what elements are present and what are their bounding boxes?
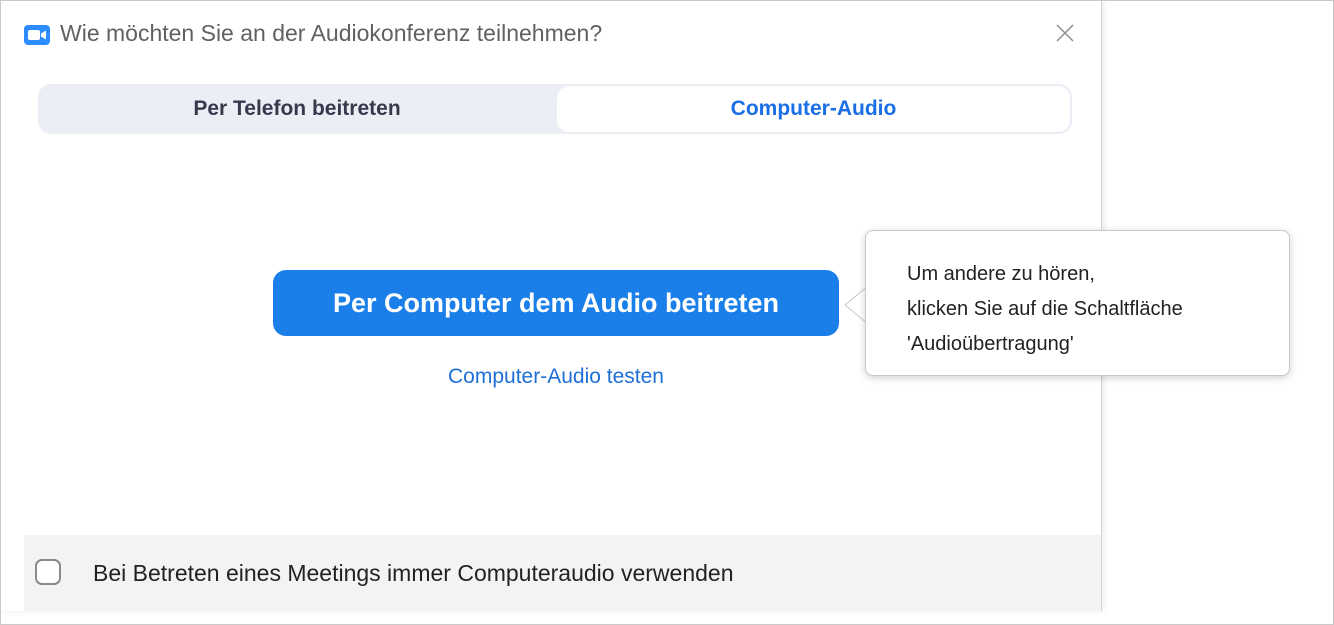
checkbox-label: Bei Betreten eines Meetings immer Comput…: [93, 560, 734, 586]
close-icon[interactable]: [1050, 18, 1080, 48]
test-computer-audio-link[interactable]: Computer-Audio testen: [380, 365, 732, 389]
always-use-computer-audio-checkbox[interactable]: [35, 559, 61, 585]
tooltip-text: Um andere zu hören, klicken Sie auf die …: [907, 257, 1183, 362]
screenshot: Wie möchten Sie an der Audiokonferenz te…: [0, 0, 1334, 625]
tooltip-line: klicken Sie auf die Schaltfläche: [907, 298, 1183, 320]
title-bar: Wie möchten Sie an der Audiokonferenz te…: [0, 0, 1101, 70]
tooltip-line: Um andere zu hören,: [907, 263, 1095, 285]
dialog-footer: Bei Betreten eines Meetings immer Comput…: [24, 535, 1101, 611]
join-computer-audio-button[interactable]: Per Computer dem Audio beitreten: [273, 270, 839, 336]
audio-mode-tabs: Per Telefon beitreten Computer-Audio: [38, 84, 1072, 134]
dialog-title: Wie möchten Sie an der Audiokonferenz te…: [60, 20, 603, 46]
tooltip-line: 'Audioübertragung': [907, 333, 1074, 355]
audio-hint-tooltip: Um andere zu hören, klicken Sie auf die …: [865, 230, 1290, 376]
zoom-camera-icon: [24, 25, 50, 45]
tab-computer-audio[interactable]: Computer-Audio: [557, 86, 1070, 132]
tab-phone[interactable]: Per Telefon beitreten: [38, 84, 556, 134]
